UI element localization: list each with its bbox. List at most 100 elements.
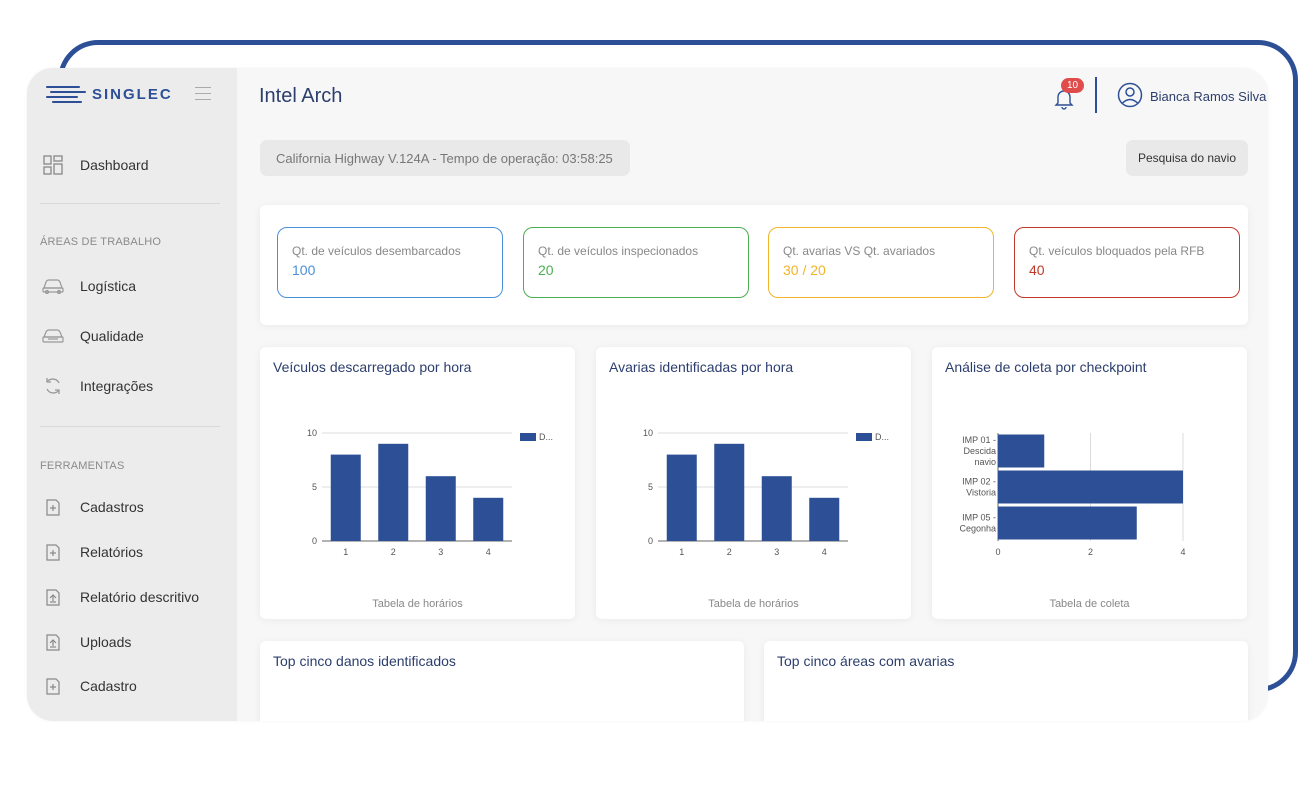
sidebar-item-label: Relatórios	[80, 544, 144, 560]
card-title: Veículos descarregado por hora	[273, 359, 472, 375]
brand-name: SINGLEC	[92, 85, 173, 103]
header-separator	[1095, 77, 1097, 113]
kpi-label: Qt. veículos bloquados pela RFB	[1029, 244, 1205, 258]
bar	[998, 434, 1045, 468]
sidebar-item-cadastro[interactable]: Cadastro	[42, 671, 137, 701]
y-tick-label: IMP 01 -Descida navio	[962, 435, 996, 467]
chart-x-label: Tabela de horários	[372, 598, 463, 610]
card-title: Análise de coleta por checkpoint	[945, 359, 1147, 375]
bar	[761, 476, 792, 541]
kpi-value: 30 / 20	[783, 262, 826, 278]
bar	[378, 443, 409, 541]
brand-logo[interactable]: SINGLEC	[46, 85, 173, 103]
upload-document-icon	[42, 586, 64, 608]
sync-icon	[42, 375, 64, 397]
ship-search-button[interactable]: Pesquisa do navio	[1126, 140, 1248, 176]
card-title: Avarias identificadas por hora	[609, 359, 794, 375]
menu-toggle-icon[interactable]	[195, 87, 211, 100]
sidebar-item-label: Uploads	[80, 634, 132, 650]
user-name[interactable]: Bianca Ramos Silva	[1150, 89, 1266, 104]
kpi-label: Qt. de veículos desembarcados	[292, 244, 461, 258]
x-tick-label: 1	[679, 547, 684, 557]
x-tick-label: 2	[391, 547, 396, 557]
bar	[714, 443, 745, 541]
add-document-icon	[42, 675, 64, 697]
y-tick-label: 0	[312, 536, 317, 546]
kpi-value: 20	[538, 262, 554, 278]
car-icon	[42, 275, 64, 297]
chart-x-label: Tabela de coleta	[1049, 598, 1130, 610]
sidebar-item-cadastros[interactable]: Cadastros	[42, 492, 144, 522]
kpi-card-inspected[interactable]: Qt. de veículos inspecionados 20	[523, 227, 749, 298]
legend-label: D...	[875, 432, 889, 442]
add-document-icon	[42, 496, 64, 518]
kpi-panel: Qt. de veículos desembarcados 100 Qt. de…	[260, 205, 1248, 325]
sidebar-item-integracoes[interactable]: Integrações	[42, 371, 153, 401]
sidebar-item-uploads[interactable]: Uploads	[42, 627, 131, 657]
kpi-value: 100	[292, 262, 316, 278]
kpi-card-blocked[interactable]: Qt. veículos bloquados pela RFB 40	[1014, 227, 1240, 298]
x-tick-label: 2	[1088, 547, 1093, 557]
y-tick-label: 10	[643, 428, 653, 438]
card-title: Top cinco danos identificados	[273, 653, 456, 669]
sidebar-item-label: Qualidade	[80, 328, 144, 344]
kpi-label: Qt. avarias VS Qt. avariados	[783, 244, 936, 258]
x-tick-label: 4	[1180, 547, 1185, 557]
ship-info-bar: California Highway V.124A - Tempo de ope…	[260, 140, 630, 176]
x-tick-label: 0	[995, 547, 1000, 557]
add-document-icon	[42, 541, 64, 563]
page-title: Intel Arch	[259, 85, 343, 107]
kpi-value: 40	[1029, 262, 1045, 278]
sidebar-item-dashboard[interactable]: Dashboard	[42, 150, 149, 180]
sidebar-item-label: Relatório descritivo	[80, 589, 200, 605]
card-top-areas: Top cinco áreas com avarias	[764, 641, 1248, 721]
bar	[809, 497, 840, 541]
kpi-label: Qt. de veículos inspecionados	[538, 244, 699, 258]
user-avatar-icon[interactable]	[1117, 82, 1143, 108]
legend-swatch	[856, 433, 872, 441]
kpi-card-unloaded[interactable]: Qt. de veículos desembarcados 100	[277, 227, 503, 298]
sidebar-item-relatorio-descritivo[interactable]: Relatório descritivo	[42, 582, 199, 612]
bar	[998, 470, 1183, 504]
app-window: SINGLEC Dashboard ÁREAS DE TRABALHO Logí…	[27, 68, 1268, 721]
sidebar: SINGLEC Dashboard ÁREAS DE TRABALHO Logí…	[27, 68, 237, 721]
bar	[425, 476, 456, 541]
sidebar-item-qualidade[interactable]: Qualidade	[42, 321, 144, 351]
y-tick-label: IMP 02 -Vistoria	[962, 477, 996, 498]
sidebar-divider	[40, 203, 220, 204]
x-tick-label: 4	[822, 547, 827, 557]
notification-badge: 10	[1061, 78, 1085, 93]
sidebar-item-label: Integrações	[80, 378, 154, 394]
sidebar-item-logistica[interactable]: Logística	[42, 271, 136, 301]
chart-damages-per-hour: 0 5 10 1 2 3 4 D...	[643, 428, 889, 557]
sidebar-item-label: Logística	[80, 278, 137, 294]
legend-swatch	[520, 433, 536, 441]
section-title-tools: FERRAMENTAS	[40, 460, 125, 472]
y-tick-label: 5	[648, 482, 653, 492]
chart-x-label: Tabela de horários	[708, 598, 799, 610]
x-tick-label: 2	[727, 547, 732, 557]
y-tick-label: 10	[307, 428, 317, 438]
section-title-work: ÁREAS DE TRABALHO	[40, 236, 162, 248]
bar	[666, 454, 697, 541]
kpi-card-damages[interactable]: Qt. avarias VS Qt. avariados 30 / 20	[768, 227, 994, 298]
upload-document-icon	[42, 631, 64, 653]
chart-checkpoint: 0 2 4 IMP 01 -Descida navio IMP 02 -Vistoria I…	[959, 433, 1186, 557]
chart-unloaded-per-hour: 0 5 10 1 2 3 4 D...	[307, 428, 553, 557]
y-tick-label: 0	[648, 536, 653, 546]
y-tick-label: 5	[312, 482, 317, 492]
sidebar-item-label: Dashboard	[80, 157, 149, 173]
legend-label: D...	[539, 432, 553, 442]
sidebar-divider	[40, 426, 220, 427]
bar	[998, 506, 1137, 540]
bar	[473, 497, 504, 541]
card-title: Top cinco áreas com avarias	[777, 653, 955, 669]
logo-mark-icon	[46, 85, 86, 103]
car-quality-icon	[42, 325, 64, 347]
y-tick-label: IMP 05 -Cegonha	[959, 513, 996, 534]
sidebar-item-relatorios[interactable]: Relatórios	[42, 537, 143, 567]
sidebar-item-label: Cadastros	[80, 499, 144, 515]
bar	[330, 454, 361, 541]
x-tick-label: 4	[486, 547, 491, 557]
x-tick-label: 3	[438, 547, 443, 557]
